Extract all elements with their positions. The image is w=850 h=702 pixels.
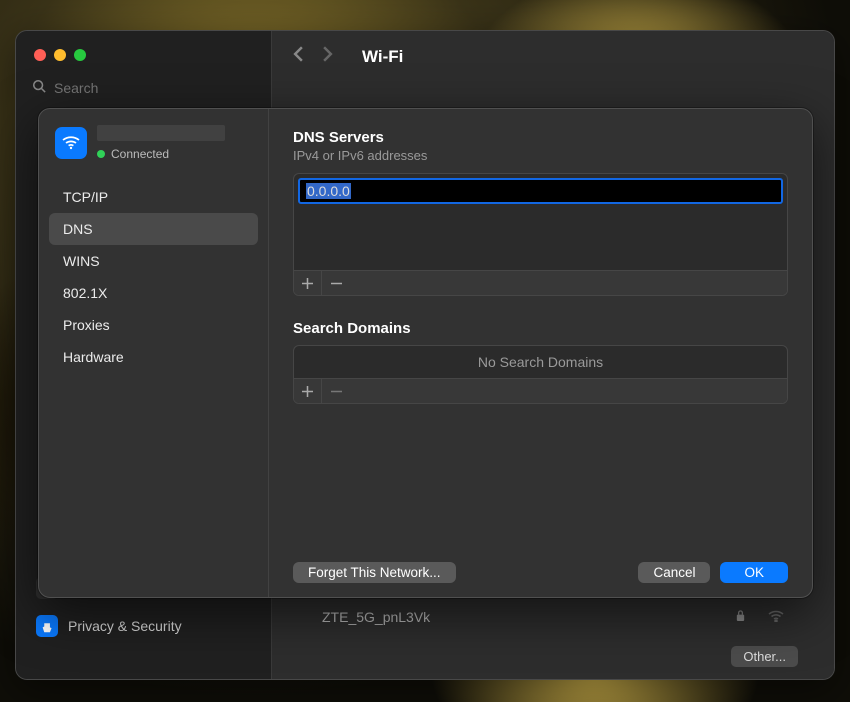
tab-hardware[interactable]: Hardware [49,341,258,373]
cancel-button[interactable]: Cancel [638,562,710,583]
search-icon [32,79,46,96]
dns-servers-subtitle: IPv4 or IPv6 addresses [293,148,788,163]
add-domain-button[interactable] [294,379,322,403]
hand-icon [36,615,58,637]
network-ssid: ZTE_5G_pnL3Vk [322,609,430,625]
remove-dns-button[interactable] [322,271,350,295]
wifi-icon [55,127,87,159]
other-network-button[interactable]: Other... [731,646,798,667]
tab-proxies[interactable]: Proxies [49,309,258,341]
modal-sidebar: Connected TCP/IP DNS WINS 802.1X Proxies… [39,109,269,597]
window-controls [16,41,271,73]
search-input[interactable] [54,80,234,96]
dns-server-input[interactable]: 0.0.0.0 [298,178,783,204]
dns-settings-modal: Connected TCP/IP DNS WINS 802.1X Proxies… [38,108,813,598]
wifi-signal-icon [768,609,784,625]
page-title: Wi-Fi [362,47,403,67]
modal-footer: Forget This Network... Cancel OK [293,542,788,583]
remove-domain-button[interactable] [322,379,350,403]
tab-tcpip[interactable]: TCP/IP [49,181,258,213]
status-dot-icon [97,150,105,158]
lock-icon [735,610,750,625]
search-field[interactable] [16,73,271,110]
search-domains-list: No Search Domains [293,345,788,404]
modal-content: DNS Servers IPv4 or IPv6 addresses 0.0.0… [269,109,812,597]
search-domain-controls [294,378,787,403]
search-domains-empty: No Search Domains [294,346,787,378]
main-toolbar: Wi-Fi [272,31,834,83]
sidebar-item-label: Privacy & Security [68,618,182,634]
settings-tabs: TCP/IP DNS WINS 802.1X Proxies Hardware [45,181,262,373]
close-icon[interactable] [34,49,46,61]
dns-list-controls [294,270,787,295]
network-name-redacted [97,125,225,141]
sidebar-item-privacy[interactable]: Privacy & Security [26,608,261,644]
tab-8021x[interactable]: 802.1X [49,277,258,309]
dns-servers-title: DNS Servers [293,129,788,146]
ok-button[interactable]: OK [720,562,788,583]
back-button[interactable] [292,45,305,69]
tab-dns[interactable]: DNS [49,213,258,245]
forget-network-button[interactable]: Forget This Network... [293,562,456,583]
add-dns-button[interactable] [294,271,322,295]
connection-status: Connected [97,147,225,161]
network-header: Connected [45,125,262,171]
dns-servers-list: 0.0.0.0 [293,173,788,296]
network-row[interactable]: ZTE_5G_pnL3Vk [272,603,834,631]
forward-button[interactable] [321,45,334,69]
search-domains-title: Search Domains [293,320,788,337]
minimize-icon[interactable] [54,49,66,61]
maximize-icon[interactable] [74,49,86,61]
tab-wins[interactable]: WINS [49,245,258,277]
